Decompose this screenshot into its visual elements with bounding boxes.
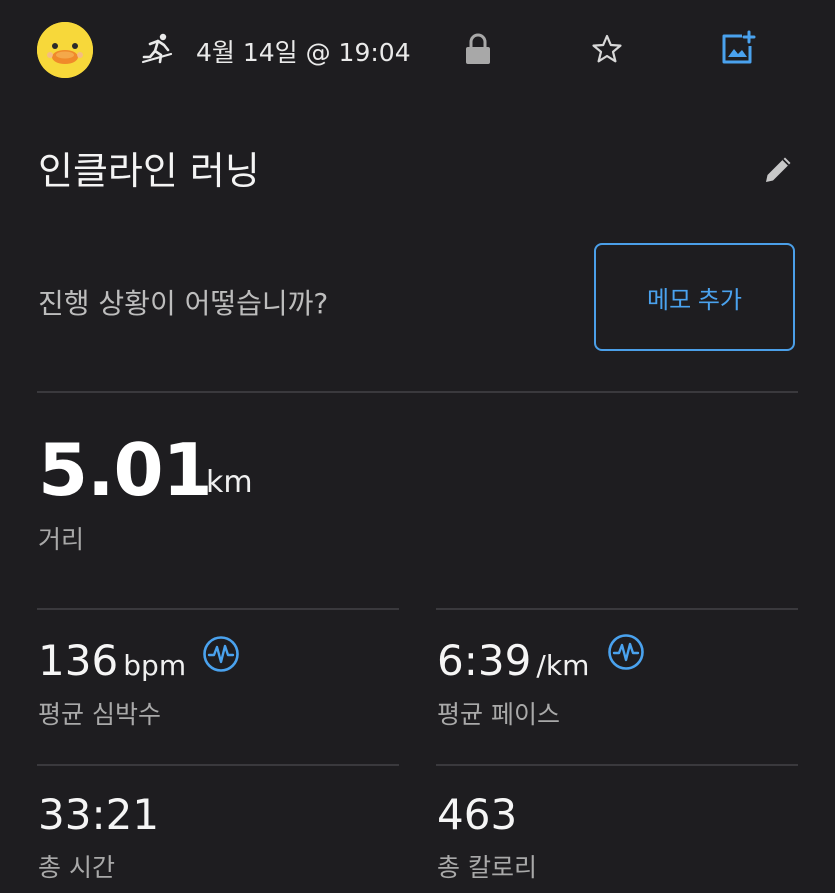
heart-rate-unit: bpm xyxy=(123,649,187,682)
distance-label: 거리 xyxy=(38,525,85,554)
activity-datetime: 4월 14일 @ 19:04 xyxy=(196,38,411,67)
divider xyxy=(436,608,798,610)
progress-prompt: 진행 상황이 어떻습니까? xyxy=(38,287,329,320)
page-title: 인클라인 러닝 xyxy=(38,149,260,193)
calories-label: 총 칼로리 xyxy=(437,853,537,882)
distance-unit: km xyxy=(206,465,253,500)
add-photo-icon[interactable] xyxy=(720,30,756,66)
star-icon[interactable] xyxy=(591,33,623,65)
heart-rate-stat: 136 bpm xyxy=(38,636,186,685)
add-memo-button[interactable]: 메모 추가 xyxy=(594,243,795,351)
calories-value: 463 xyxy=(437,790,518,839)
heart-rate-value: 136 xyxy=(38,636,119,685)
pace-value: 6:39 xyxy=(437,636,532,685)
pace-stat: 6:39 /km xyxy=(437,636,589,685)
divider xyxy=(37,764,399,766)
duck-avatar-icon xyxy=(37,22,93,78)
avatar[interactable] xyxy=(37,22,93,78)
heart-rate-icon[interactable] xyxy=(202,635,240,673)
lock-icon[interactable] xyxy=(464,33,492,65)
heart-rate-label: 평균 심박수 xyxy=(38,700,161,729)
divider xyxy=(37,608,399,610)
divider xyxy=(436,764,798,766)
pace-icon[interactable] xyxy=(607,633,645,671)
distance-value: 5.01 xyxy=(38,428,213,512)
total-time-value: 33:21 xyxy=(38,790,160,839)
running-icon xyxy=(141,32,175,64)
pencil-icon[interactable] xyxy=(762,152,796,186)
total-time-label: 총 시간 xyxy=(38,853,115,882)
pace-unit: /km xyxy=(536,649,590,682)
pace-label: 평균 페이스 xyxy=(437,700,560,729)
divider xyxy=(37,391,798,393)
